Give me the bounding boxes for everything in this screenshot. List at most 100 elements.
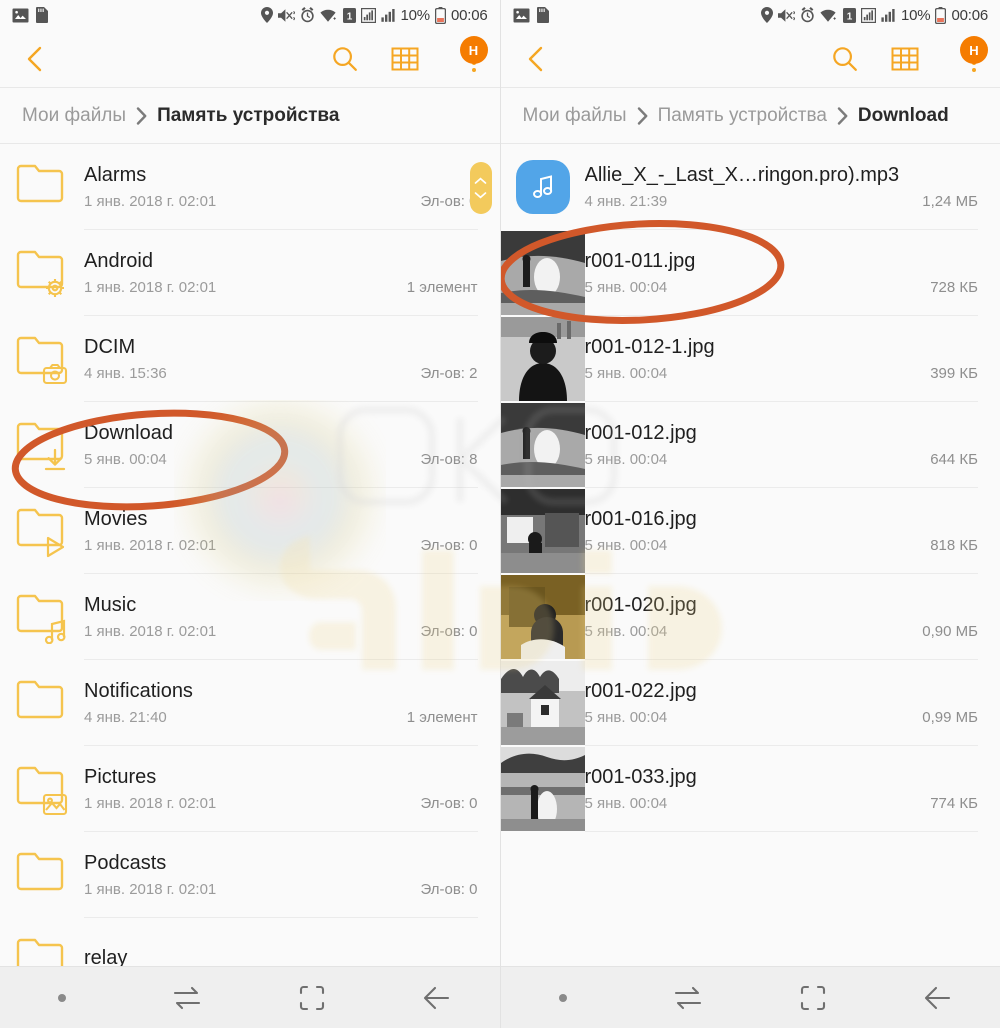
more-options-icon[interactable]: H	[950, 36, 988, 74]
folder-download-icon	[13, 414, 71, 477]
row-info: 818 КБ	[930, 537, 978, 554]
row-date: 1 янв. 2018 г. 02:01	[84, 279, 217, 296]
row-date: 1 янв. 2018 г. 02:01	[84, 623, 217, 640]
dot-indicator[interactable]	[501, 992, 626, 1004]
row-info: 1,24 МБ	[922, 193, 978, 210]
row-icon	[0, 575, 84, 659]
file-row[interactable]: r001-016.jpg 5 янв. 00:04 818 КБ	[500, 488, 1000, 574]
row-info: Эл-ов: 0	[420, 623, 478, 640]
folder-row[interactable]: Download 5 янв. 00:04 Эл-ов: 8	[0, 402, 500, 488]
row-name: r001-033.jpg	[584, 766, 697, 788]
search-icon[interactable]	[830, 44, 860, 74]
home-icon[interactable]	[250, 984, 375, 1012]
status-bar: 1 10% 00:06	[500, 0, 1000, 30]
breadcrumb-item-0[interactable]: Мои файлы	[22, 105, 126, 127]
row-date: 5 янв. 00:04	[584, 537, 668, 554]
file-row[interactable]: r001-012.jpg 5 янв. 00:04 644 КБ	[500, 402, 1000, 488]
row-date: 5 янв. 00:04	[584, 365, 668, 382]
row-info: Эл-ов: 0	[420, 193, 478, 210]
row-name: Movies	[84, 508, 148, 530]
row-icon	[500, 661, 585, 745]
folder-list: Alarms 1 янв. 2018 г. 02:01 Эл-ов: 0 Androi…	[0, 144, 500, 1004]
row-date: 1 янв. 2018 г. 02:01	[84, 881, 217, 898]
folder-row[interactable]: Music 1 янв. 2018 г. 02:01 Эл-ов: 0	[0, 574, 500, 660]
avatar-badge[interactable]: H	[960, 36, 988, 64]
folder-icon	[13, 156, 71, 219]
status-icons-right: 1 10% 00:06	[260, 6, 488, 24]
breadcrumb-item-0[interactable]: Мои файлы	[523, 105, 627, 127]
recents-icon[interactable]	[625, 985, 750, 1011]
avatar-badge[interactable]: H	[459, 36, 488, 64]
row-icon	[0, 833, 84, 917]
folder-row[interactable]: Notifications 4 янв. 21:40 1 элемент	[0, 660, 500, 746]
sim-1-icon: 1	[342, 7, 356, 23]
recents-icon[interactable]	[125, 985, 250, 1011]
row-date: 4 янв. 21:39	[584, 193, 668, 210]
folder-row[interactable]: Alarms 1 янв. 2018 г. 02:01 Эл-ов: 0	[0, 144, 500, 230]
file-row[interactable]: r001-033.jpg 5 янв. 00:04 774 КБ	[500, 746, 1000, 832]
folder-row[interactable]: Podcasts 1 янв. 2018 г. 02:01 Эл-ов: 0	[0, 832, 500, 918]
breadcrumb-item-1[interactable]: Память устройства	[658, 105, 827, 127]
breadcrumb: Мои файлы Память устройства	[0, 88, 500, 144]
row-icon	[0, 403, 84, 487]
folder-play-icon	[13, 500, 71, 563]
chevron-right-icon	[136, 107, 147, 125]
photo-thumb-6	[500, 661, 585, 745]
scrollbar-thumb[interactable]	[469, 162, 492, 214]
home-icon[interactable]	[750, 984, 875, 1012]
file-row[interactable]: r001-012-1.jpg 5 янв. 00:04 399 КБ	[500, 316, 1000, 402]
folder-row[interactable]: Android 1 янв. 2018 г. 02:01 1 элемент	[0, 230, 500, 316]
sim-1-icon: 1	[843, 7, 857, 23]
chevron-right-icon	[837, 107, 848, 125]
dot-indicator[interactable]	[0, 992, 125, 1004]
row-name: Android	[84, 250, 153, 272]
music-file-icon	[515, 160, 570, 214]
grid-view-icon[interactable]	[890, 44, 920, 74]
row-name: Pictures	[84, 766, 157, 788]
action-bar: H	[500, 30, 1000, 88]
back-button[interactable]	[523, 46, 549, 72]
row-name: Notifications	[84, 680, 193, 702]
back-button[interactable]	[22, 46, 48, 72]
row-icon	[0, 317, 84, 401]
folder-row[interactable]: Movies 1 янв. 2018 г. 02:01 Эл-ов: 0	[0, 488, 500, 574]
row-icon	[500, 317, 585, 401]
row-info: 1 элемент	[406, 709, 478, 726]
file-row[interactable]: r001-020.jpg 5 янв. 00:04 0,90 МБ	[500, 574, 1000, 660]
status-icons-right: 1 10% 00:06	[761, 6, 988, 24]
more-options-icon[interactable]: H	[450, 36, 488, 74]
clock-label: 00:06	[951, 6, 988, 24]
row-date: 4 янв. 21:40	[84, 709, 167, 726]
row-icon	[0, 145, 84, 229]
row-date: 1 янв. 2018 г. 02:01	[84, 795, 217, 812]
row-name: Music	[84, 594, 137, 616]
row-icon	[0, 747, 84, 831]
photo-thumb-3	[500, 403, 585, 487]
folder-row[interactable]: DCIM 4 янв. 15:36 Эл-ов: 2	[0, 316, 500, 402]
battery-icon	[434, 6, 446, 24]
file-row[interactable]: Allie_X_-_Last_X…ringon.pro).mp3 4 янв. 2…	[501, 144, 1000, 230]
signal-icon	[360, 7, 376, 23]
row-name: r001-016.jpg	[584, 508, 697, 530]
row-info: 399 КБ	[930, 365, 978, 382]
breadcrumb-item-1[interactable]: Память устройства	[157, 105, 339, 127]
file-row[interactable]: r001-022.jpg 5 янв. 00:04 0,99 МБ	[500, 660, 1000, 746]
folder-camera-icon	[13, 328, 71, 391]
breadcrumb: Мои файлы Память устройства Download	[500, 88, 1000, 144]
back-icon[interactable]	[375, 985, 500, 1011]
folder-row[interactable]: Pictures 1 янв. 2018 г. 02:01 Эл-ов: 0	[0, 746, 500, 832]
signal-2-icon	[380, 8, 396, 23]
row-name: r001-012.jpg	[584, 422, 697, 444]
file-row[interactable]: r001-011.jpg 5 янв. 00:04 728 КБ	[500, 230, 1000, 316]
mute-vibrate-icon	[277, 8, 295, 23]
row-divider	[584, 831, 978, 832]
row-icon	[0, 489, 84, 573]
row-info: 1 элемент	[406, 279, 478, 296]
row-icon	[500, 403, 585, 487]
row-date: 5 янв. 00:04	[584, 451, 668, 468]
folder-icon	[13, 672, 71, 735]
back-icon[interactable]	[875, 985, 1000, 1011]
grid-view-icon[interactable]	[390, 44, 420, 74]
breadcrumb-item-2[interactable]: Download	[858, 105, 949, 127]
search-icon[interactable]	[330, 44, 360, 74]
